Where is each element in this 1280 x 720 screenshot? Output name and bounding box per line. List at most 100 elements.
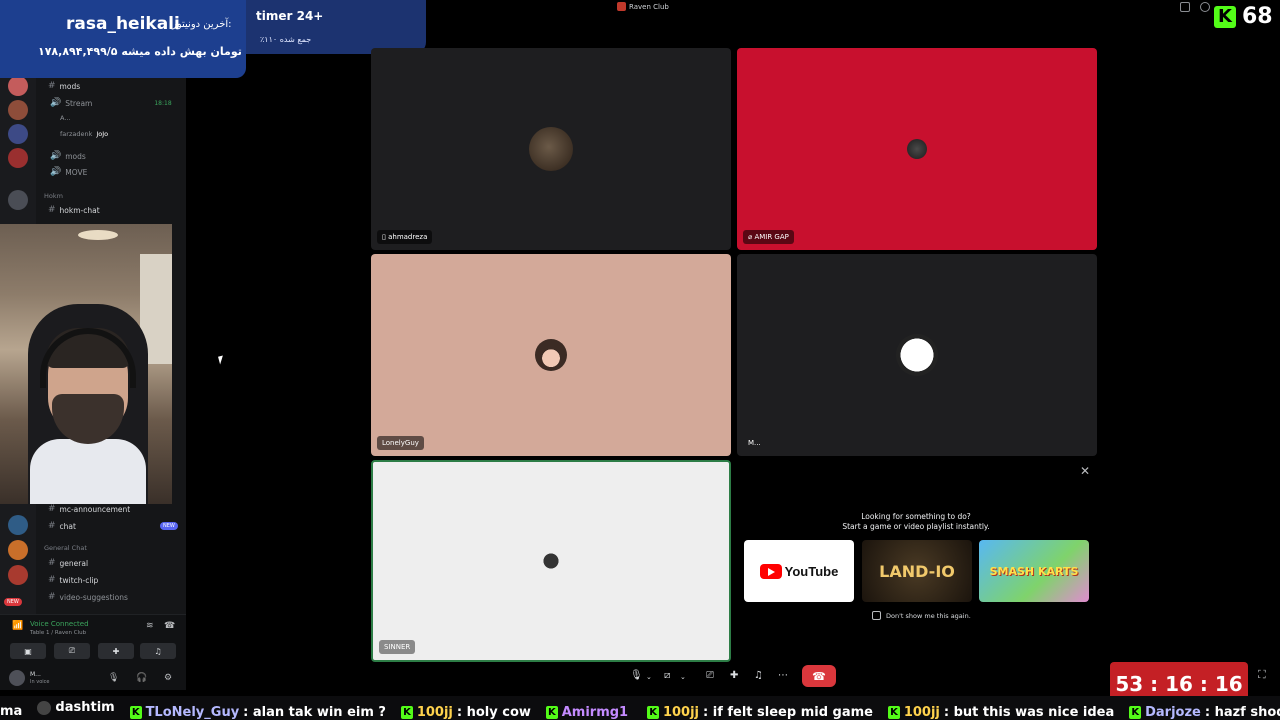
soundboard-icon: ♫ xyxy=(154,646,162,656)
more-options-icon[interactable]: ⋯ xyxy=(778,670,788,681)
youtube-activity-card[interactable]: YouTube xyxy=(744,540,854,602)
server-icon[interactable] xyxy=(8,76,28,96)
headphones-icon[interactable]: 🎧 xyxy=(136,673,147,683)
message-text: : if felt sleep mid game xyxy=(703,704,873,720)
mouse-cursor-icon xyxy=(218,355,225,365)
participant-avatar xyxy=(538,548,564,574)
chat-message: K 100jj: if felt sleep mid game xyxy=(647,701,873,720)
checkbox[interactable] xyxy=(872,611,881,620)
muted-mic-icon: ⌀ xyxy=(748,233,753,241)
voice-channel-path[interactable]: Table 1 / Raven Club xyxy=(30,630,86,636)
voice-panel: 📶 Voice Connected Table 1 / Raven Club ≋… xyxy=(0,614,186,690)
category-general-chat[interactable]: General Chat xyxy=(44,544,87,552)
leave-call-button[interactable]: ☎ xyxy=(802,665,836,687)
hash-icon: # xyxy=(48,575,56,585)
participant-tile[interactable]: ▯ ahmadreza xyxy=(371,48,731,250)
participant-name-tag: ▯ ahmadreza xyxy=(377,230,433,244)
member-name: A... xyxy=(60,114,71,122)
game-title: SMASH KARTS xyxy=(989,564,1079,578)
kick-badge-icon: K xyxy=(888,706,900,719)
message-text: : holy cow xyxy=(456,704,531,720)
microphone-icon[interactable]: 🎙 xyxy=(108,673,119,683)
server-icon[interactable] xyxy=(8,540,28,560)
participant-tile[interactable]: M... xyxy=(737,254,1097,456)
server-icon[interactable] xyxy=(8,124,28,144)
chat-username: 100jj xyxy=(662,704,700,720)
chat-message: K 100jj: but this was nice idea xyxy=(888,701,1114,720)
server-icon[interactable] xyxy=(8,190,28,210)
soundboard-icon[interactable]: ♫ xyxy=(754,670,763,681)
app-logo-icon xyxy=(617,2,626,11)
chat-message: K TLoNely_Guy: alan tak win eim ? xyxy=(129,701,386,720)
server-icon[interactable] xyxy=(8,148,28,168)
activities-icon: ✚ xyxy=(112,646,120,656)
noise-suppression-icon[interactable]: ≋ xyxy=(146,621,154,631)
channel-general[interactable]: # general xyxy=(48,558,88,568)
channel-label: hokm-chat xyxy=(59,205,100,215)
member-activity: JoJo xyxy=(96,130,109,138)
participant-tile-speaking[interactable]: SINNER xyxy=(371,460,731,662)
category-hokm[interactable]: Hokm xyxy=(44,192,63,200)
kick-logo-icon: K xyxy=(1214,5,1236,28)
channel-label: twitch-clip xyxy=(59,575,99,585)
channel-label: mods xyxy=(59,81,81,91)
chevron-down-icon[interactable]: ⌄ xyxy=(646,673,652,681)
channel-hokm-chat[interactable]: # hokm-chat xyxy=(48,205,100,215)
activities-icon[interactable]: ✚ xyxy=(730,670,738,681)
channel-twitch-clip[interactable]: # twitch-clip xyxy=(48,575,98,585)
voice-member[interactable]: A... xyxy=(60,114,71,122)
chat-username: TLoNely_Guy xyxy=(145,704,240,720)
screen-share-button[interactable]: ⎚ xyxy=(54,643,90,659)
voice-channel-stream[interactable]: 🔊 Stream 18:18 xyxy=(50,98,172,108)
hash-icon: # xyxy=(48,81,56,91)
kick-badge-icon: K xyxy=(129,706,142,719)
participant-tile[interactable]: ⌀ AMIR GAP xyxy=(737,48,1097,250)
speaker-icon: 🔊 xyxy=(50,167,62,177)
soundboard-button[interactable]: ♫ xyxy=(140,643,176,659)
server-icon[interactable] xyxy=(8,565,28,585)
fullscreen-icon[interactable]: ⛶ xyxy=(1258,668,1266,682)
close-icon[interactable]: ✕ xyxy=(1080,464,1090,478)
message-text: : but this was nice idea xyxy=(943,704,1115,720)
mobile-icon: ▯ xyxy=(382,233,386,241)
new-badge: NEW xyxy=(160,522,178,530)
channel-mc-announcement[interactable]: # mc-announcement xyxy=(48,504,130,514)
voice-channel-mods[interactable]: 🔊 mods xyxy=(50,151,86,161)
voice-status[interactable]: Voice Connected xyxy=(30,620,89,628)
inbox-icon[interactable] xyxy=(1180,2,1190,12)
avatar[interactable] xyxy=(9,670,25,686)
settings-gear-icon[interactable]: ⚙ xyxy=(164,673,172,683)
participant-name: ahmadreza xyxy=(388,233,428,241)
channel-chat[interactable]: # chat xyxy=(48,521,76,531)
server-new-badge: NEW xyxy=(4,598,22,606)
microphone-icon[interactable]: 🎙 xyxy=(630,670,643,681)
server-icon[interactable] xyxy=(8,515,28,535)
camera-off-icon[interactable]: ⧄ xyxy=(664,670,670,681)
channel-label: general xyxy=(59,558,89,568)
hang-up-icon: ☎ xyxy=(812,669,826,683)
activities-button[interactable]: ✚ xyxy=(98,643,134,659)
dont-show-again-checkbox[interactable]: Don't show me this again. xyxy=(872,611,971,620)
help-icon[interactable] xyxy=(1200,2,1210,12)
hash-icon: # xyxy=(48,521,56,531)
voice-channel-move[interactable]: 🔊 MOVE xyxy=(50,167,87,177)
stream-duration: 18:18 xyxy=(154,99,172,107)
smash-karts-activity-card[interactable]: SMASH KARTS xyxy=(979,540,1089,602)
channel-mods[interactable]: # mods xyxy=(48,81,80,91)
chevron-down-icon[interactable]: ⌄ xyxy=(680,673,686,681)
emote-icon xyxy=(37,701,52,715)
participant-tile[interactable]: LonelyGuy xyxy=(371,254,731,456)
ceiling-lamp xyxy=(78,230,118,240)
channel-video-suggestions[interactable]: # video-suggestions xyxy=(48,592,128,602)
screen-share-icon[interactable]: ⎚ xyxy=(706,670,714,681)
donor-username: rasa_heikali xyxy=(66,14,180,34)
voice-member[interactable]: farzadenk JoJo xyxy=(60,130,108,138)
video-button[interactable]: ▣ xyxy=(10,643,46,659)
landio-activity-card[interactable]: LAND-IO xyxy=(862,540,972,602)
server-icon[interactable] xyxy=(8,100,28,120)
activity-subtitle: Start a game or video playlist instantly… xyxy=(842,522,990,531)
participant-name-tag: M... xyxy=(748,439,761,447)
disconnect-icon[interactable]: ☎ xyxy=(164,621,175,631)
chat-message: K 100jj: holy cow xyxy=(401,701,531,720)
user-status: In voice xyxy=(30,679,50,685)
